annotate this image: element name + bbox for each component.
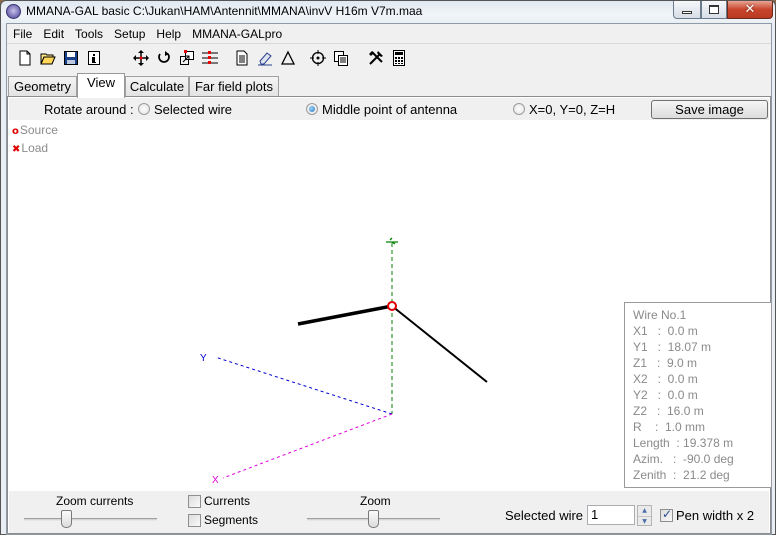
wire-info-length: Length : 19.378 m: [633, 436, 734, 450]
rotate-icon[interactable]: [156, 50, 172, 66]
segments-icon[interactable]: [202, 50, 218, 66]
minimize-icon: [682, 11, 692, 14]
view-panel: Rotate around : Selected wire Middle poi…: [7, 96, 772, 534]
selected-wire-label: Selected wire: [505, 508, 584, 523]
menu-file[interactable]: File: [7, 24, 37, 44]
wire-info-zenith: Zenith : 21.2 deg: [633, 468, 730, 482]
resize-icon[interactable]: [179, 50, 195, 66]
segments-checkbox[interactable]: [188, 514, 201, 527]
radio-middle-point-label[interactable]: Middle point of antenna: [322, 102, 457, 117]
currents-checkbox[interactable]: [188, 495, 201, 508]
copy-icon[interactable]: [333, 50, 349, 66]
info-icon[interactable]: [86, 50, 102, 66]
wire-info-azimuth: Azim. : -90.0 deg: [633, 452, 734, 466]
menu-help[interactable]: Help: [150, 24, 186, 44]
wire-info-radius: R : 1.0 mm: [633, 420, 706, 434]
calculator-icon[interactable]: [391, 50, 407, 66]
close-icon: ✕: [744, 2, 756, 17]
view-controls-bar: Zoom currents Currents Segments Zoom Sel…: [9, 491, 769, 533]
title-bar[interactable]: MMANA-GAL basic C:\Jukan\HAM\Antennit\MM…: [1, 1, 775, 23]
zoom-currents-track[interactable]: [24, 518, 157, 521]
segments-label[interactable]: Segments: [204, 513, 258, 527]
wire-info-title: Wire No.1: [633, 308, 687, 322]
menu-setup[interactable]: Setup: [108, 24, 150, 44]
save-disk-icon[interactable]: [63, 50, 79, 66]
zoom-currents-label: Zoom currents: [56, 494, 134, 508]
eraser-icon[interactable]: [257, 50, 273, 66]
menu-bar: File Edit Tools Setup Help MMANA-GALpro: [7, 24, 771, 44]
legend-source: oSource: [12, 123, 58, 137]
rotate-options-bar: Rotate around : Selected wire Middle poi…: [9, 98, 769, 120]
zoom-currents-slider-thumb[interactable]: [60, 510, 72, 528]
radio-xyz-origin[interactable]: [513, 103, 525, 115]
legend-source-label: Source: [19, 123, 58, 137]
open-folder-icon[interactable]: [40, 50, 56, 66]
minimize-button[interactable]: [673, 1, 701, 19]
close-button[interactable]: ✕: [727, 1, 773, 19]
load-marker-icon: ✖: [12, 144, 21, 155]
zoom-slider-thumb[interactable]: [368, 510, 379, 528]
window-title: MMANA-GAL basic C:\Jukan\HAM\Antennit\MM…: [26, 4, 423, 18]
menu-tools[interactable]: Tools: [69, 24, 108, 44]
y-axis-label: Y: [200, 353, 207, 364]
toolbar: [7, 46, 771, 70]
legend-load-label: Load: [21, 141, 49, 155]
maximize-icon: [709, 5, 719, 14]
wire-info-z1: Z1 : 9.0 m: [633, 356, 698, 370]
zoom-label: Zoom: [360, 494, 391, 508]
document-icon[interactable]: [234, 50, 250, 66]
tab-far-field-plots[interactable]: Far field plots: [189, 76, 279, 97]
tab-geometry[interactable]: Geometry: [8, 76, 77, 97]
legend-load: ✖Load: [12, 141, 48, 155]
save-image-button[interactable]: Save image: [651, 100, 768, 119]
menu-mmana-galpro[interactable]: MMANA-GALpro: [186, 24, 287, 44]
wire-info-x1: X1 : 0.0 m: [633, 324, 698, 338]
app-window: MMANA-GAL basic C:\Jukan\HAM\Antennit\MM…: [0, 0, 776, 535]
maximize-button[interactable]: [701, 1, 727, 19]
pen-width-checkbox[interactable]: [660, 507, 673, 522]
menu-edit[interactable]: Edit: [37, 24, 69, 44]
radio-middle-point[interactable]: [306, 103, 318, 115]
new-file-icon[interactable]: [17, 50, 33, 66]
wire-info-y1: Y1 : 18.07 m: [633, 340, 712, 354]
triangle-icon[interactable]: [280, 50, 296, 66]
radio-xyz-origin-label[interactable]: X=0, Y=0, Z=H: [529, 102, 615, 117]
currents-label[interactable]: Currents: [204, 494, 250, 508]
move-icon[interactable]: [133, 50, 149, 66]
tab-view[interactable]: View: [77, 73, 125, 98]
y-axis-line: [214, 356, 393, 415]
x-axis-line: [222, 413, 393, 479]
source-marker-icon: o: [12, 126, 19, 137]
tab-strip: Geometry View Calculate Far field plots: [7, 73, 771, 98]
wire-info-y2: Y2 : 0.0 m: [633, 388, 698, 402]
tab-calculate[interactable]: Calculate: [125, 76, 189, 97]
x-axis-label: X: [212, 475, 219, 486]
wire-info-z2: Z2 : 16.0 m: [633, 404, 704, 418]
source-marker: [387, 301, 397, 311]
tools-icon[interactable]: [368, 50, 384, 66]
wire-2[interactable]: [391, 305, 488, 383]
spin-up-icon[interactable]: ▲: [638, 506, 651, 516]
app-logo-icon: [6, 4, 21, 19]
selected-wire-input[interactable]: 1: [587, 505, 635, 525]
selected-wire-spinner[interactable]: ▲ ▼: [637, 505, 652, 526]
wire-1-selected[interactable]: [297, 304, 393, 326]
wire-info-x2: X2 : 0.0 m: [633, 372, 698, 386]
wire-info-box: Wire No.1 X1 : 0.0 m Y1 : 18.07 m Z1 : 9…: [624, 302, 772, 488]
spin-down-icon[interactable]: ▼: [638, 516, 651, 526]
radio-selected-wire-label[interactable]: Selected wire: [154, 102, 232, 117]
radio-selected-wire[interactable]: [138, 103, 150, 115]
pen-width-label[interactable]: Pen width x 2: [676, 508, 754, 523]
crosshair-icon[interactable]: [310, 50, 326, 66]
client-area: File Edit Tools Setup Help MMANA-GALpro: [6, 23, 772, 535]
rotate-around-label: Rotate around :: [44, 102, 134, 117]
